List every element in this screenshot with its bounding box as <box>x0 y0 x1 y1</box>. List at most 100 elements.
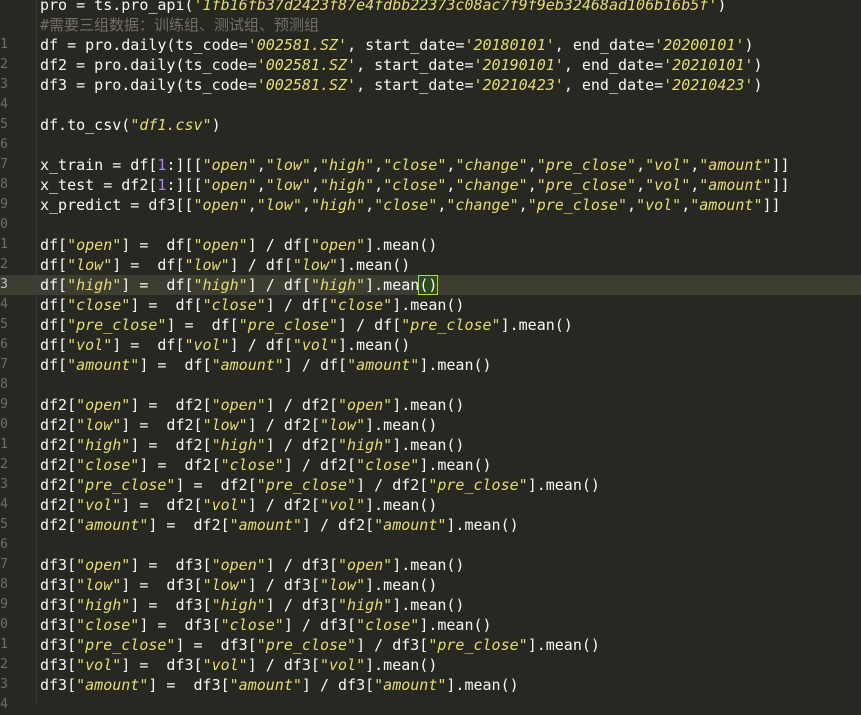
code-line[interactable]: 8 df3["low"] = df3["low"] / df3["low"].me… <box>0 575 861 595</box>
code-text[interactable]: x_predict = df3[["open","low","high","cl… <box>40 195 781 215</box>
code-line[interactable]: 4 df["close"] = df["close"] / df["close"]… <box>0 295 861 315</box>
code-token: df = pro.daily(ts_code= <box>40 36 248 54</box>
code-line[interactable]: 0 <box>0 215 861 235</box>
code-editor[interactable]: pro = ts.pro_api('1fb16fb37d2423f87e4fdb… <box>0 0 861 715</box>
code-token: , start_date= <box>356 76 474 94</box>
code-text[interactable]: pro = ts.pro_api('1fb16fb37d2423f87e4fdb… <box>40 0 726 15</box>
code-text[interactable]: df.to_csv("df1.csv") <box>40 115 221 135</box>
code-line[interactable]: #需要三组数据：训练组、测试组、预测组 <box>0 15 861 35</box>
code-text[interactable]: df2["amount"] = df2["amount"] / df2["amo… <box>40 515 519 535</box>
code-line[interactable]: 9 x_predict = df3[["open","low","high","c… <box>0 195 861 215</box>
string-token: "close" <box>383 176 447 194</box>
code-text[interactable]: df2 = pro.daily(ts_code='002581.SZ', sta… <box>40 55 763 75</box>
string-token: "low" <box>202 416 248 434</box>
code-text[interactable]: df["high"] = df["high"] / df["high"].mea… <box>40 275 439 295</box>
code-line[interactable]: 7 x_train = df[1:][["open","low","high","… <box>0 155 861 175</box>
line-number: 0 <box>0 217 8 232</box>
code-line[interactable]: 6 <box>0 135 861 155</box>
line-number: 4 <box>0 297 8 312</box>
code-line[interactable]: 3 df3 = pro.daily(ts_code='002581.SZ', st… <box>0 75 861 95</box>
line-number: 5 <box>0 517 8 532</box>
code-text[interactable]: df["open"] = df["open"] / df["open"].mea… <box>40 235 437 255</box>
code-token: ) <box>211 116 221 134</box>
code-text[interactable]: df2["vol"] = df2["vol"] / df2["vol"].mea… <box>40 495 437 515</box>
code-text[interactable]: df3["high"] = df3["high"] / df3["high"].… <box>40 595 464 615</box>
code-text[interactable]: df["amount"] = df["amount"] / df["amount… <box>40 355 492 375</box>
string-token: "amount" <box>347 356 420 374</box>
code-text[interactable]: df2["open"] = df2["open"] / df2["open"].… <box>40 395 464 415</box>
code-lines[interactable]: pro = ts.pro_api('1fb16fb37d2423f87e4fdb… <box>0 0 861 715</box>
bracket-match: () <box>418 275 439 295</box>
code-token: ].mean() <box>419 356 492 374</box>
code-token: , <box>310 176 320 194</box>
code-text[interactable]: df3["low"] = df3["low"] / df3["low"].mea… <box>40 575 437 595</box>
code-line[interactable]: 3 df2["pre_close"] = df2["pre_close"] / d… <box>0 475 861 495</box>
code-line[interactable]: 0 df3["close"] = df3["close"] / df3["clos… <box>0 615 861 635</box>
code-line[interactable]: 1 df3["pre_close"] = df3["pre_close"] / d… <box>0 635 861 655</box>
code-text[interactable]: df3["close"] = df3["close"] / df3["close… <box>40 615 492 635</box>
string-token: "amount" <box>699 176 772 194</box>
code-line[interactable]: 7 df["amount"] = df["amount"] / df["amoun… <box>0 355 861 375</box>
code-line[interactable]: 6 <box>0 535 861 555</box>
string-token: "high" <box>319 156 375 174</box>
code-text[interactable]: df2["close"] = df2["close"] / df2["close… <box>40 455 492 475</box>
code-token: x_test = df2[ <box>40 176 158 194</box>
code-text[interactable]: df["vol"] = df["vol"] / df["vol"].mean() <box>40 335 410 355</box>
code-text[interactable]: df3["pre_close"] = df3["pre_close"] / df… <box>40 635 600 655</box>
code-text[interactable]: #需要三组数据：训练组、测试组、预测组 <box>40 15 319 35</box>
code-line[interactable]: 8 x_test = df2[1:][["open","low","high","… <box>0 175 861 195</box>
code-text[interactable]: x_train = df[1:][["open","low","high","c… <box>40 155 790 175</box>
code-token: ].mean() <box>446 676 519 694</box>
code-token: ) <box>717 0 727 14</box>
code-line[interactable]: pro = ts.pro_api('1fb16fb37d2423f87e4fdb… <box>0 0 861 15</box>
code-line[interactable]: 9 df2["open"] = df2["open"] / df2["open"]… <box>0 395 861 415</box>
code-token: , <box>247 196 257 214</box>
code-line[interactable]: 5 df["pre_close"] = df["pre_close"] / df[… <box>0 315 861 335</box>
code-line[interactable]: 3 df3["amount"] = df3["amount"] / df3["am… <box>0 675 861 695</box>
code-line[interactable]: 2 df2 = pro.daily(ts_code='002581.SZ', st… <box>0 55 861 75</box>
code-line[interactable]: 6 df["vol"] = df["vol"] / df["vol"].mean(… <box>0 335 861 355</box>
code-line[interactable]: 2 df["low"] = df["low"] / df["low"].mean(… <box>0 255 861 275</box>
code-line[interactable]: 1 df = pro.daily(ts_code='002581.SZ', sta… <box>0 35 861 55</box>
code-line[interactable]: 1 df["open"] = df["open"] / df["open"].me… <box>0 235 861 255</box>
code-line[interactable]: 9 df3["high"] = df3["high"] / df3["high"]… <box>0 595 861 615</box>
code-token: df3[ <box>40 676 77 694</box>
code-text[interactable]: x_test = df2[1:][["open","low","high","c… <box>40 175 790 195</box>
code-text[interactable]: df3["amount"] = df3["amount"] / df3["amo… <box>40 675 519 695</box>
string-token: "close" <box>202 296 266 314</box>
code-token: ].mean() <box>392 296 465 314</box>
code-line[interactable]: 2 df2["close"] = df2["close"] / df2["clos… <box>0 455 861 475</box>
code-text[interactable]: df3["open"] = df3["open"] / df3["open"].… <box>40 555 464 575</box>
string-token: "low" <box>319 416 366 434</box>
code-token: ] = df[ <box>121 276 194 294</box>
code-line[interactable]: 7 df3["open"] = df3["open"] / df3["open"]… <box>0 555 861 575</box>
string-token: "pre_close" <box>536 156 637 174</box>
code-line[interactable]: 8 <box>0 375 861 395</box>
code-line[interactable]: 3 df["high"] = df["high"] / df["high"].me… <box>0 275 861 295</box>
code-token: x_train = df[ <box>40 156 158 174</box>
code-token: ].mean() <box>392 596 465 614</box>
code-line[interactable]: 0 df2["low"] = df2["low"] / df2["low"].me… <box>0 415 861 435</box>
code-text[interactable]: df3["vol"] = df3["vol"] / df3["vol"].mea… <box>40 655 437 675</box>
code-line[interactable]: 5 df.to_csv("df1.csv") <box>0 115 861 135</box>
code-line[interactable]: 4 df2["vol"] = df2["vol"] / df2["vol"].me… <box>0 495 861 515</box>
code-text[interactable]: df["pre_close"] = df["pre_close"] / df["… <box>40 315 573 335</box>
code-token: pro = ts.pro_api( <box>40 0 194 14</box>
code-token: , end_date= <box>554 36 655 54</box>
line-number: 0 <box>0 417 8 432</box>
code-text[interactable]: df["close"] = df["close"] / df["close"].… <box>40 295 464 315</box>
code-text[interactable]: df["low"] = df["low"] / df["low"].mean() <box>40 255 410 275</box>
code-line[interactable]: 1 df2["high"] = df2["high"] / df2["high"]… <box>0 435 861 455</box>
code-text[interactable]: df = pro.daily(ts_code='002581.SZ', star… <box>40 35 753 55</box>
code-line[interactable]: 5 df2["amount"] = df2["amount"] / df2["am… <box>0 515 861 535</box>
code-text[interactable]: df3 = pro.daily(ts_code='002581.SZ', sta… <box>40 75 763 95</box>
code-line[interactable]: 4 <box>0 95 861 115</box>
string-token: "change" <box>446 196 519 214</box>
string-token: "vol" <box>202 496 248 514</box>
code-line[interactable]: 2 df3["vol"] = df3["vol"] / df3["vol"].me… <box>0 655 861 675</box>
code-text[interactable]: df2["low"] = df2["low"] / df2["low"].mea… <box>40 415 437 435</box>
code-text[interactable]: df2["pre_close"] = df2["pre_close"] / df… <box>40 475 600 495</box>
code-token: ] / df[ <box>283 356 348 374</box>
code-line[interactable]: 4 <box>0 695 861 715</box>
code-text[interactable]: df2["high"] = df2["high"] / df2["high"].… <box>40 435 464 455</box>
